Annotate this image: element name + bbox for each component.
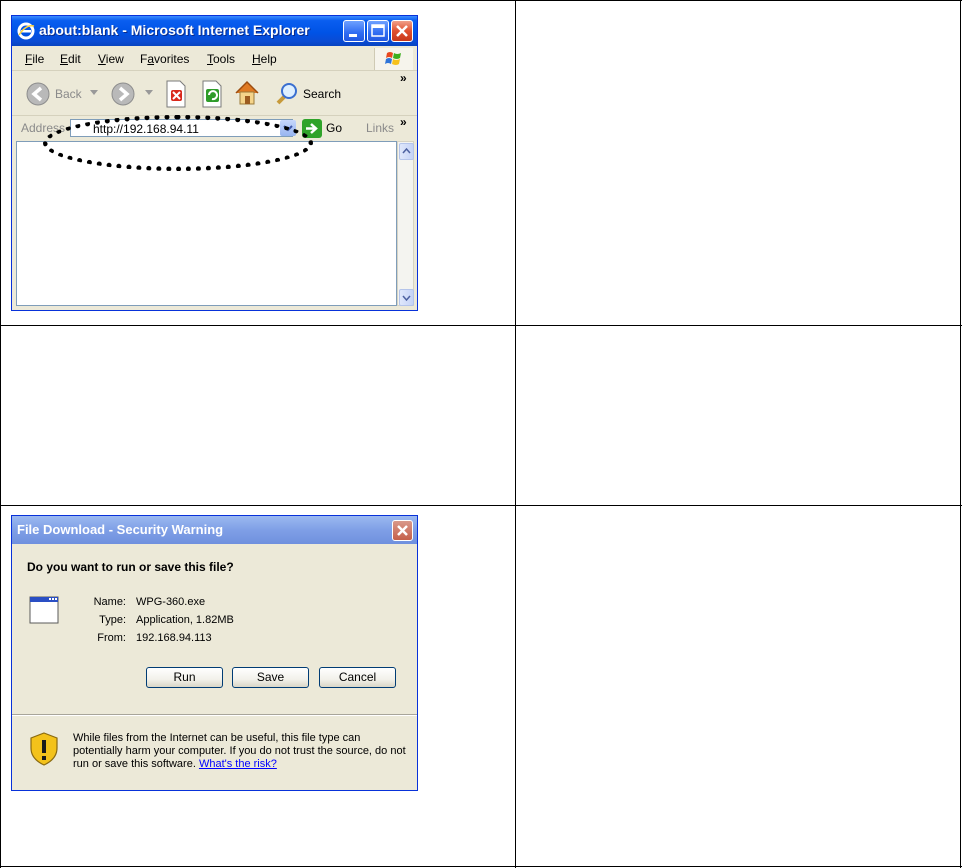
menu-view[interactable]: View — [98, 52, 124, 66]
minimize-button[interactable] — [343, 20, 365, 42]
scroll-down-button[interactable] — [399, 289, 414, 306]
maximize-icon — [371, 24, 385, 37]
menu-favorites[interactable]: Favorites — [140, 52, 189, 66]
standard-toolbar: Back Search » — [12, 71, 417, 116]
security-shield-icon — [30, 732, 58, 766]
windows-flag-logo — [374, 48, 413, 70]
toolbar-chevron[interactable]: » — [400, 71, 407, 85]
ie-logo-icon — [17, 22, 35, 40]
menu-help[interactable]: Help — [252, 52, 277, 66]
table-row-divider-2 — [0, 505, 962, 506]
menu-file[interactable]: File — [25, 52, 44, 66]
scroll-up-icon — [402, 147, 411, 154]
go-button-label[interactable]: Go — [326, 121, 342, 135]
close-icon — [397, 525, 408, 536]
dialog-titlebar[interactable]: File Download - Security Warning — [12, 516, 417, 544]
file-type-value: Application, 1.82MB — [136, 614, 234, 626]
back-dropdown-icon[interactable] — [90, 90, 98, 96]
save-button[interactable]: Save — [232, 667, 309, 688]
dialog-title: File Download - Security Warning — [17, 522, 224, 537]
links-chevron[interactable]: » — [400, 115, 407, 129]
file-from-value: 192.168.94.113 — [136, 632, 212, 644]
back-button-label[interactable]: Back — [55, 87, 82, 101]
dialog-close-button[interactable] — [392, 520, 413, 541]
application-file-icon — [29, 596, 59, 624]
vertical-scrollbar[interactable] — [397, 141, 414, 306]
table-border-top — [0, 0, 962, 1]
menu-tools[interactable]: Tools — [207, 52, 235, 66]
dialog-question: Do you want to run or save this file? — [27, 560, 234, 574]
table-column-divider — [515, 0, 516, 868]
table-border-left — [0, 0, 1, 868]
links-label[interactable]: Links — [366, 121, 394, 135]
file-from-label: From: — [97, 632, 126, 644]
table-border-right — [960, 0, 961, 868]
stop-icon[interactable] — [164, 80, 188, 108]
maximize-button[interactable] — [367, 20, 389, 42]
file-type-label: Type: — [99, 614, 126, 626]
window-title: about:blank - Microsoft Internet Explore… — [39, 22, 310, 38]
forward-dropdown-icon[interactable] — [145, 90, 153, 96]
dialog-separator-highlight — [12, 715, 417, 716]
table-border-bottom — [0, 866, 962, 867]
magnifier-icon[interactable] — [274, 81, 300, 107]
file-name-value: WPG-360.exe — [136, 596, 206, 608]
refresh-icon[interactable] — [200, 80, 224, 108]
run-button[interactable]: Run — [146, 667, 223, 688]
search-button-label[interactable]: Search — [303, 87, 341, 101]
scroll-down-icon — [402, 295, 411, 302]
ie-titlebar[interactable]: about:blank - Microsoft Internet Explore… — [12, 16, 417, 46]
security-warning-text: While files from the Internet can be use… — [73, 732, 407, 771]
whats-the-risk-link[interactable]: What's the risk? — [199, 758, 277, 770]
windows-flag-icon — [385, 52, 401, 65]
forward-arrow-icon[interactable] — [110, 81, 136, 107]
cancel-button[interactable]: Cancel — [319, 667, 396, 688]
address-highlight-ellipse — [43, 115, 313, 171]
close-icon — [396, 25, 408, 37]
scroll-up-button[interactable] — [399, 143, 414, 160]
file-download-dialog: File Download - Security Warning Do you … — [11, 515, 418, 791]
back-arrow-icon[interactable] — [25, 81, 51, 107]
menu-edit[interactable]: Edit — [60, 52, 81, 66]
minimize-icon — [349, 34, 357, 37]
file-name-label: Name: — [93, 596, 126, 608]
table-row-divider-1 — [0, 325, 962, 326]
menu-bar: File Edit View Favorites Tools Help — [12, 46, 417, 71]
home-icon[interactable] — [233, 79, 261, 107]
close-button[interactable] — [391, 20, 413, 42]
